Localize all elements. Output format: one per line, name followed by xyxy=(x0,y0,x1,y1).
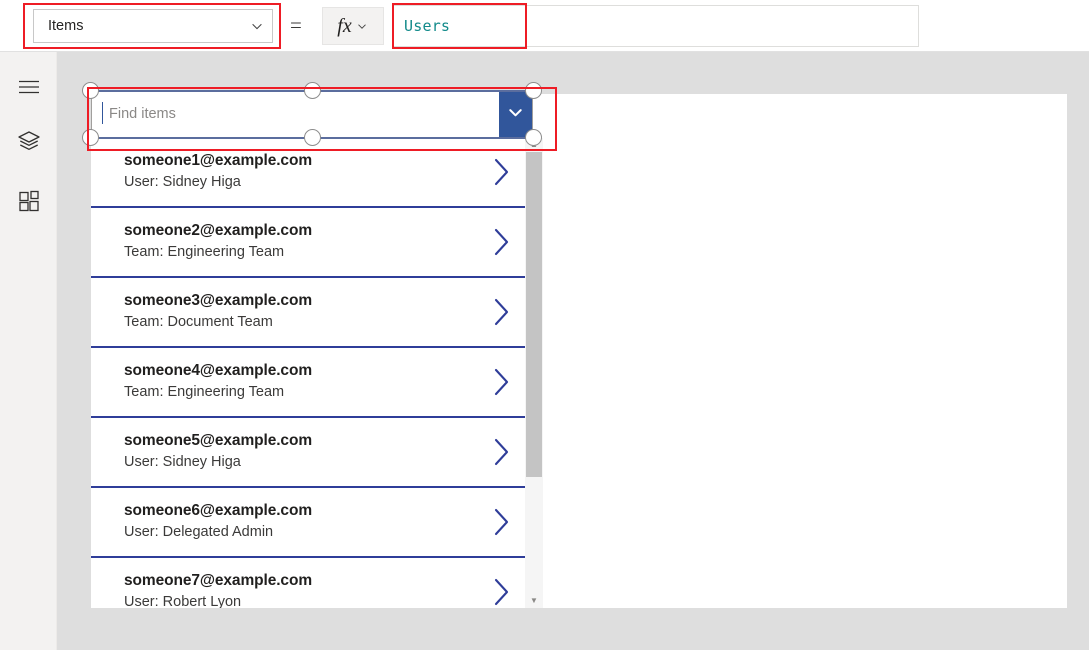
gallery-row[interactable]: someone7@example.com User: Robert Lyon xyxy=(91,558,525,608)
formula-input[interactable]: Users xyxy=(393,5,919,47)
gallery-row-subtitle: Team: Engineering Team xyxy=(124,244,285,260)
chevron-down-icon xyxy=(250,19,264,33)
gallery-scrollbar[interactable]: ▲ ▼ xyxy=(525,138,543,608)
chevron-right-icon[interactable] xyxy=(489,365,513,399)
equals-sign: = xyxy=(290,13,302,37)
items-gallery[interactable]: someone1@example.com User: Sidney Higa som… xyxy=(91,138,543,608)
gallery-row[interactable]: someone6@example.com User: Delegated Admi… xyxy=(91,488,525,558)
insert-components-icon[interactable] xyxy=(12,184,46,218)
gallery-row-subtitle: Team: Document Team xyxy=(124,314,273,330)
resize-handle-bottom-left[interactable] xyxy=(82,129,99,146)
gallery-row-subtitle: Team: Engineering Team xyxy=(124,384,285,400)
gallery-row-title: someone6@example.com xyxy=(124,502,312,519)
hamburger-menu-icon[interactable] xyxy=(12,70,46,104)
gallery-row-title: someone1@example.com xyxy=(124,152,312,169)
property-dropdown[interactable]: Items xyxy=(33,9,273,43)
chevron-right-icon[interactable] xyxy=(489,505,513,539)
gallery-row[interactable]: someone2@example.com Team: Engineering Te… xyxy=(91,208,525,278)
gallery-row-title: someone3@example.com xyxy=(124,292,312,309)
tree-view-icon[interactable] xyxy=(12,124,46,158)
gallery-row-title: someone4@example.com xyxy=(124,362,312,379)
gallery-rows: someone1@example.com User: Sidney Higa som… xyxy=(91,138,525,608)
combobox-placeholder: Find items xyxy=(109,106,176,123)
chevron-right-icon[interactable] xyxy=(489,435,513,469)
resize-handle-bottom-center[interactable] xyxy=(304,129,321,146)
resize-handle-bottom-right[interactable] xyxy=(525,129,542,146)
gallery-row-subtitle: User: Sidney Higa xyxy=(124,454,241,470)
formula-bar: Items = fx Users xyxy=(0,0,1089,52)
gallery-row-subtitle: User: Sidney Higa xyxy=(124,174,241,190)
chevron-right-icon[interactable] xyxy=(489,155,513,189)
fx-glyph: fx xyxy=(337,15,352,37)
resize-handle-top-center[interactable] xyxy=(304,82,321,99)
control-stack: Find items someone1@example.com User: Sid… xyxy=(82,82,553,608)
gallery-row[interactable]: someone3@example.com Team: Document Team xyxy=(91,278,525,348)
chevron-right-icon[interactable] xyxy=(489,225,513,259)
chevron-down-icon xyxy=(506,103,525,127)
resize-handle-top-right[interactable] xyxy=(525,82,542,99)
scroll-down-arrow-icon[interactable]: ▼ xyxy=(525,594,543,608)
fx-button[interactable]: fx xyxy=(322,7,384,45)
text-caret xyxy=(102,102,103,124)
gallery-row[interactable]: someone5@example.com User: Sidney Higa xyxy=(91,418,525,488)
gallery-row-subtitle: User: Delegated Admin xyxy=(124,524,274,540)
chevron-right-icon[interactable] xyxy=(489,575,513,608)
chevron-right-icon[interactable] xyxy=(489,295,513,329)
gallery-row-title: someone2@example.com xyxy=(124,222,312,239)
scrollbar-thumb[interactable] xyxy=(526,152,542,477)
formula-text: Users xyxy=(404,17,451,35)
left-rail xyxy=(0,52,57,650)
resize-handle-top-left[interactable] xyxy=(82,82,99,99)
property-dropdown-value: Items xyxy=(48,17,84,34)
gallery-row-title: someone5@example.com xyxy=(124,432,312,449)
gallery-row[interactable]: someone1@example.com User: Sidney Higa xyxy=(91,138,525,208)
gallery-row-title: someone7@example.com xyxy=(124,572,312,589)
gallery-row[interactable]: someone4@example.com Team: Engineering Te… xyxy=(91,348,525,418)
gallery-row-subtitle: User: Robert Lyon xyxy=(124,594,242,608)
chevron-down-icon xyxy=(355,19,369,33)
